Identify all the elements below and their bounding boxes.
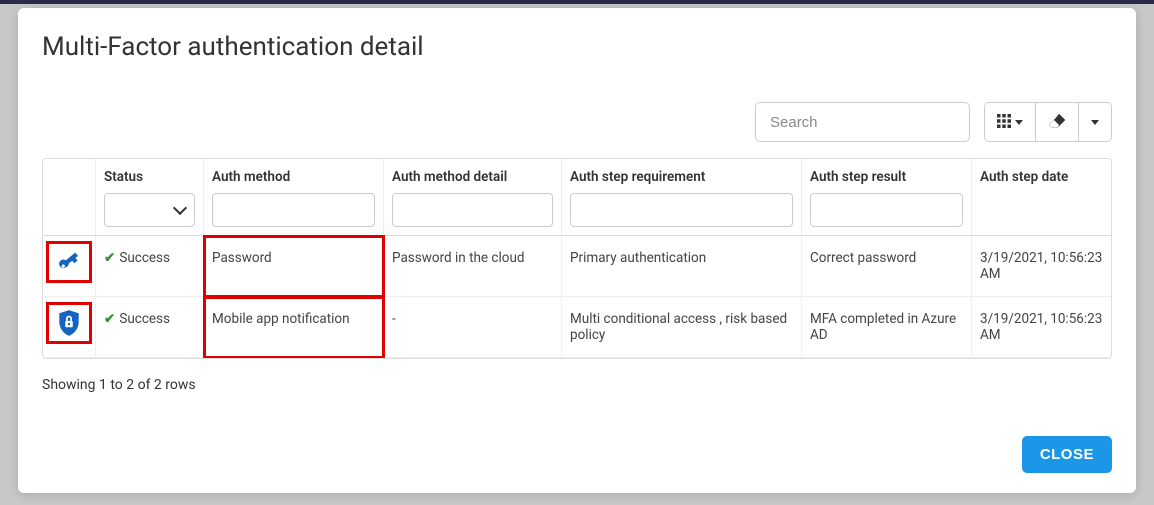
check-icon: ✔ <box>104 311 115 327</box>
erase-filters-button[interactable] <box>1035 103 1078 141</box>
status-cell: ✔Success <box>96 297 204 358</box>
col-header-status[interactable]: Status <box>96 159 204 236</box>
date-cell: 3/19/2021, 10:56:23 AM <box>972 297 1112 358</box>
result-cell: MFA completed in Azure AD <box>802 297 972 358</box>
method-filter-input[interactable] <box>212 193 375 227</box>
col-header-result[interactable]: Auth step result <box>802 159 972 236</box>
table-row: ✔Success Password Password in the cloud … <box>43 236 1111 297</box>
detail-filter-input[interactable] <box>392 193 553 227</box>
date-cell: 3/19/2021, 10:56:23 AM <box>972 236 1112 297</box>
requirement-cell: Primary authentication <box>562 236 802 297</box>
col-header-date[interactable]: Auth step date <box>972 159 1112 236</box>
table-footer-info: Showing 1 to 2 of 2 rows <box>42 377 1112 393</box>
mfa-detail-modal: Multi-Factor authentication detail <box>18 8 1136 493</box>
toolbar-button-group <box>984 102 1112 142</box>
caret-down-icon <box>1015 120 1023 125</box>
status-cell: ✔Success <box>96 236 204 297</box>
export-dropdown-button[interactable] <box>1078 103 1111 141</box>
modal-footer: CLOSE <box>42 406 1112 473</box>
grid-icon <box>997 114 1011 131</box>
detail-cell: - <box>384 297 562 358</box>
col-header-requirement[interactable]: Auth step requirement <box>562 159 802 236</box>
mfa-table: Status Auth method Auth method detail <box>42 158 1112 359</box>
detail-cell: Password in the cloud <box>384 236 562 297</box>
requirement-filter-input[interactable] <box>570 193 793 227</box>
result-filter-input[interactable] <box>810 193 963 227</box>
check-icon: ✔ <box>104 250 115 266</box>
search-input[interactable] <box>755 102 970 142</box>
result-cell: Correct password <box>802 236 972 297</box>
caret-down-icon <box>1091 120 1099 125</box>
key-icon <box>47 242 91 282</box>
close-button[interactable]: CLOSE <box>1022 436 1112 473</box>
status-filter-select[interactable] <box>104 193 195 227</box>
col-header-method[interactable]: Auth method <box>204 159 384 236</box>
method-cell: Password <box>204 236 384 297</box>
method-cell: Mobile app notification <box>204 297 384 358</box>
table-header-row: Status Auth method Auth method detail <box>43 159 1111 236</box>
modal-title: Multi-Factor authentication detail <box>42 32 1112 62</box>
col-header-detail[interactable]: Auth method detail <box>384 159 562 236</box>
eraser-icon <box>1048 113 1066 132</box>
shield-lock-icon <box>47 303 91 343</box>
columns-button[interactable] <box>985 103 1035 141</box>
requirement-cell: Multi conditional access , risk based po… <box>562 297 802 358</box>
table-toolbar <box>42 102 1112 142</box>
table-row: ✔Success Mobile app notification - Multi… <box>43 297 1111 358</box>
